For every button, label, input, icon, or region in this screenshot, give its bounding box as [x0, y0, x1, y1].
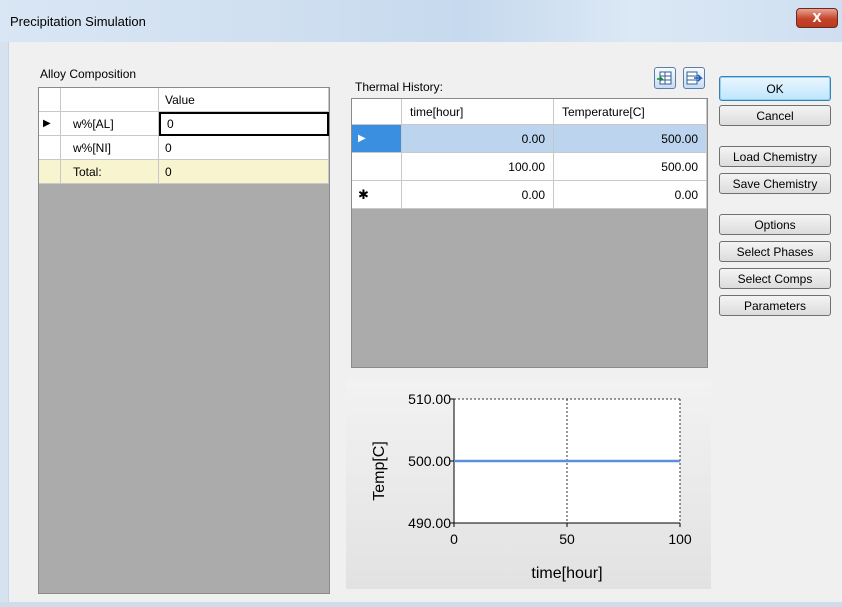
- alloy-header-row: Value: [39, 88, 329, 112]
- thermal-history-label: Thermal History:: [355, 80, 444, 94]
- dialog-window: Precipitation Simulation X Alloy Composi…: [0, 0, 842, 607]
- y-tick-label: 490.00: [408, 515, 451, 531]
- temperature-cell[interactable]: 500.00: [554, 153, 707, 181]
- temperature-column-header[interactable]: Temperature[C]: [554, 99, 707, 125]
- element-value-input[interactable]: 0: [159, 136, 329, 160]
- total-label: Total:: [61, 160, 159, 184]
- thermal-history-grid[interactable]: time[hour] Temperature[C] ▶ 0.00 500.00 …: [351, 98, 708, 368]
- select-phases-button[interactable]: Select Phases: [719, 241, 831, 262]
- save-chemistry-button[interactable]: Save Chemistry: [719, 173, 831, 194]
- alloy-composition-label: Alloy Composition: [40, 67, 137, 81]
- y-tick-label: 500.00: [408, 453, 451, 469]
- row-selector[interactable]: [39, 136, 61, 160]
- alloy-composition-grid[interactable]: Value ▶ w%[AL] 0 w%[NI] 0 Total: 0: [38, 87, 330, 594]
- temperature-cell[interactable]: 500.00: [554, 125, 707, 153]
- close-icon: X: [812, 11, 822, 25]
- element-name-cell: w%[AL]: [61, 112, 159, 136]
- ok-button[interactable]: OK: [719, 76, 831, 101]
- table-row[interactable]: ▶ w%[AL] 0: [39, 112, 329, 136]
- x-axis-label: time[hour]: [531, 565, 602, 582]
- y-tick-label: 510.00: [408, 391, 451, 407]
- x-tick-label: 100: [668, 531, 692, 547]
- table-row[interactable]: ▶ 0.00 500.00: [352, 125, 707, 153]
- row-header-corner: [39, 88, 61, 112]
- x-tick-label: 50: [559, 531, 575, 547]
- element-value-input[interactable]: 0: [159, 112, 329, 136]
- chart-svg: 510.00 500.00 490.000 50 100 time[hour] Temp[C…: [371, 391, 692, 582]
- options-button[interactable]: Options: [719, 214, 831, 235]
- table-row[interactable]: w%[NI] 0: [39, 136, 329, 160]
- temperature-cell[interactable]: 0.00: [554, 181, 707, 209]
- new-row-asterisk-icon[interactable]: ✱: [352, 181, 402, 209]
- temperature-chart: 510.00 500.00 490.00 0 50 100 time[hour] Temp[C…: [346, 380, 711, 589]
- close-button[interactable]: X: [796, 8, 838, 28]
- time-cell[interactable]: 0.00: [402, 181, 554, 209]
- row-selector: [39, 160, 61, 184]
- window-bottom-border: [0, 602, 842, 607]
- window-title: Precipitation Simulation: [10, 14, 146, 29]
- time-column-header[interactable]: time[hour]: [402, 99, 554, 125]
- element-name-cell: w%[NI]: [61, 136, 159, 160]
- select-comps-button[interactable]: Select Comps: [719, 268, 831, 289]
- total-row: Total: 0: [39, 160, 329, 184]
- total-value: 0: [159, 160, 329, 184]
- parameters-button[interactable]: Parameters: [719, 295, 831, 316]
- row-selector-arrow-icon[interactable]: ▶: [352, 125, 402, 153]
- time-cell[interactable]: 100.00: [402, 153, 554, 181]
- table-row[interactable]: 100.00 500.00: [352, 153, 707, 181]
- x-tick-label: 0: [450, 531, 458, 547]
- load-chemistry-button[interactable]: Load Chemistry: [719, 146, 831, 167]
- title-bar: Precipitation Simulation X: [0, 0, 842, 42]
- name-header-cell: [61, 88, 159, 112]
- row-selector[interactable]: [352, 153, 402, 181]
- new-row[interactable]: ✱ 0.00 0.00: [352, 181, 707, 209]
- row-header-corner: [352, 99, 402, 125]
- y-axis-label: Temp[C]: [371, 441, 388, 501]
- window-left-border: [0, 42, 8, 602]
- export-table-icon[interactable]: [683, 67, 705, 89]
- cancel-button[interactable]: Cancel: [719, 105, 831, 126]
- value-column-header[interactable]: Value: [159, 88, 329, 112]
- import-table-icon[interactable]: [654, 67, 676, 89]
- row-selector-arrow-icon[interactable]: ▶: [39, 112, 61, 136]
- time-cell[interactable]: 0.00: [402, 125, 554, 153]
- thermal-header-row: time[hour] Temperature[C]: [352, 99, 707, 125]
